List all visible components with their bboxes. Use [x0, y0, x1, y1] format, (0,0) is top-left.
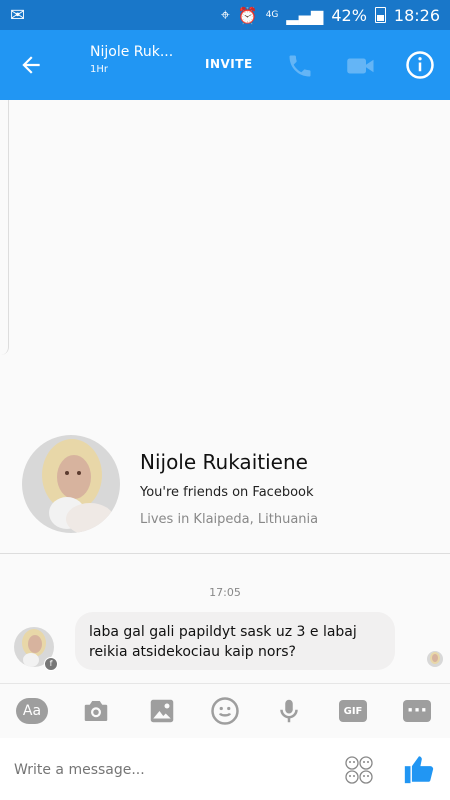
message-timestamp: 17:05: [209, 586, 241, 599]
camera-icon[interactable]: [81, 696, 111, 726]
divider: [0, 553, 450, 554]
info-icon[interactable]: [405, 50, 435, 80]
battery-percent: 42%: [331, 5, 367, 25]
last-active: 1Hr: [90, 64, 108, 75]
gif-button[interactable]: GIF: [339, 700, 367, 722]
more-options-icon[interactable]: ···: [403, 700, 431, 722]
status-app-icon: ✉: [10, 5, 26, 26]
profile-avatar[interactable]: [22, 435, 120, 533]
clock: 18:26: [393, 5, 440, 25]
phone-call-icon[interactable]: [286, 52, 314, 80]
sticker-emoji-icon[interactable]: [344, 755, 374, 785]
facebook-badge-icon: f: [44, 657, 58, 671]
message-text: laba gal gali papildyt sask uz 3 e labaj…: [89, 624, 357, 660]
thumbs-up-like-icon[interactable]: [402, 752, 436, 786]
video-call-icon[interactable]: [346, 54, 376, 78]
composer: [0, 738, 450, 800]
gallery-icon[interactable]: [147, 696, 177, 726]
network-label: 4G: [265, 10, 279, 20]
location-icon: ⌖: [220, 5, 230, 24]
friends-status: You're friends on Facebook: [140, 485, 314, 500]
status-right: ⌖ ⏰ 4G ▂▄▆ 42% 18:26: [221, 5, 440, 25]
profile-name: Nijole Rukaitiene: [140, 450, 308, 474]
composer-toolbar: Aa GIF ···: [0, 683, 450, 738]
alarm-icon: ⏰: [237, 5, 258, 25]
status-bar: ✉ ⌖ ⏰ 4G ▂▄▆ 42% 18:26: [0, 0, 450, 30]
seen-indicator-avatar: [427, 651, 443, 667]
contact-title-block[interactable]: Nijole Ruk... 1Hr: [90, 44, 190, 75]
location-text: Lives in Klaipeda, Lithuania: [140, 512, 319, 527]
side-panel-edge: [0, 100, 9, 355]
message-input[interactable]: [14, 758, 314, 782]
battery-icon: [374, 7, 386, 23]
chat-header: Nijole Ruk... 1Hr INVITE: [0, 30, 450, 100]
back-arrow-icon: [22, 56, 40, 74]
emoji-icon[interactable]: [210, 696, 240, 726]
profile-card: Nijole Rukaitiene You're friends on Face…: [0, 430, 450, 550]
text-format-button[interactable]: Aa: [16, 698, 48, 724]
back-button[interactable]: [16, 50, 46, 80]
invite-button[interactable]: INVITE: [205, 57, 253, 71]
message-bubble[interactable]: laba gal gali papildyt sask uz 3 e labaj…: [75, 612, 395, 670]
contact-name: Nijole Ruk...: [90, 44, 174, 60]
signal-icon: ▂▄▆: [286, 5, 324, 25]
microphone-icon[interactable]: [274, 696, 304, 726]
